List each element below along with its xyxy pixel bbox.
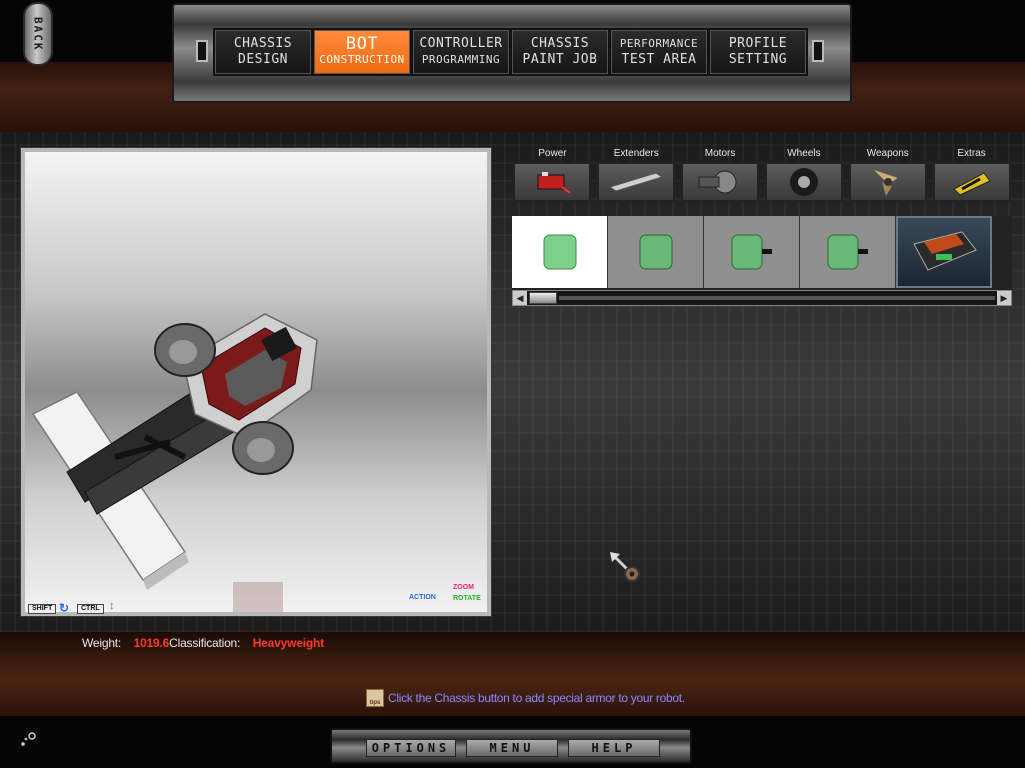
green-battery-connector-icon [827,234,868,270]
part-item[interactable] [800,216,896,288]
green-battery-icon [543,234,576,270]
ctrl-key-hint: CTRL [77,604,104,614]
tab-performance-test-area[interactable]: PERFORMANCE TEST AREA [611,30,707,74]
tab-line2: TEST AREA [621,52,697,67]
wheel-hub [169,340,197,364]
tab-bot-construction[interactable]: BOT CONSTRUCTION [314,30,410,74]
part-item[interactable] [704,216,800,288]
green-battery-connector-icon [731,234,772,270]
robot-3d-viewport[interactable]: SHIFT ↻ CTRL ↕ ACTION ZOOM ROTATE [20,147,492,617]
classification-label: Classification: [169,636,241,650]
category-label: Extenders [613,148,659,159]
move-arrow-icon: ↕ [109,600,115,612]
weapon-icon [848,162,927,202]
motor-icon [681,162,760,202]
tips-icon: tips [366,689,384,707]
tab-line1: CHASSIS [530,36,590,51]
tab-line1: PROFILE [728,36,788,51]
extender-bar-icon [597,162,676,202]
gear-cursor-icon [610,552,640,582]
category-extras[interactable]: Extras [931,146,1012,210]
tab-line1: BOT [345,34,379,54]
tab-line2: CONSTRUCTION [319,53,405,66]
menu-button[interactable]: MENU [466,739,558,757]
dragged-part-icon [233,582,283,612]
tip-text: Click the Chassis button to add special … [388,691,685,705]
dark-battery-pack-icon [913,231,977,271]
back-button[interactable]: BACK [23,2,53,66]
category-label: Extras [957,148,986,159]
scroll-track [559,296,995,300]
tab-line2: SETTING [728,52,788,67]
category-wheels[interactable]: Wheels [763,146,844,210]
wheel-hub [247,438,275,462]
tab-chassis-design[interactable]: CHASSIS DESIGN [215,30,311,74]
nav-cap-right [812,40,824,62]
tab-line2: DESIGN [238,52,288,67]
part-item[interactable] [896,216,992,288]
tips-icon-label: tips [369,700,381,706]
scroll-right-icon[interactable]: ▶ [997,291,1011,305]
parts-list [512,216,1012,290]
back-label: BACK [31,16,45,52]
category-extenders[interactable]: Extenders [596,146,677,210]
battery-icon [513,162,592,202]
tab-line1: PERFORMANCE [619,37,699,50]
green-battery-icon [639,234,672,270]
help-button[interactable]: HELP [568,739,660,757]
tip-message: tips Click the Chassis button to add spe… [366,689,685,707]
shift-key-hint: SHIFT [28,604,57,614]
robot-model [31,313,318,590]
category-label: Power [538,148,567,159]
tab-line1: CHASSIS [233,36,293,51]
tab-profile-setting[interactable]: PROFILE SETTING [710,30,806,74]
part-item[interactable] [512,216,608,288]
category-label: Wheels [787,148,821,159]
wheel-icon [764,162,843,202]
loading-spinner-icon [21,732,36,746]
nav-cap-left [196,40,208,62]
tab-chassis-paint-job[interactable]: CHASSIS PAINT JOB [512,30,608,74]
options-button[interactable]: OPTIONS [366,739,456,757]
classification-value: Heavyweight [252,636,324,650]
action-hint: ACTION [409,594,436,601]
category-label: Weapons [866,148,909,159]
category-power[interactable]: Power [512,146,593,210]
tab-line2: PAINT JOB [522,52,598,67]
category-label: Motors [704,148,736,159]
tab-line1: CONTROLLER [419,36,503,51]
zoom-hint: ZOOM [453,584,474,591]
rotate-hint: ROTATE [453,595,481,602]
tab-controller-programming[interactable]: CONTROLLER PROGRAMMING [413,30,509,74]
scroll-thumb[interactable] [529,292,557,304]
main-nav: CHASSIS DESIGN BOT CONSTRUCTION CONTROLL… [213,28,808,76]
rotate-arrow-icon: ↻ [59,601,70,615]
scroll-left-icon[interactable]: ◀ [513,291,527,305]
weight-label: Weight: [82,636,122,650]
category-motors[interactable]: Motors [680,146,761,210]
extras-icon [932,162,1011,202]
category-weapons[interactable]: Weapons [847,146,928,210]
robot-status: Weight: 1019.6Classification: Heavyweigh… [82,636,324,652]
parts-category-tabs: Power Extenders Motors Wheels Weapons Ex… [512,146,1012,210]
part-item[interactable] [608,216,704,288]
tab-line2: PROGRAMMING [421,53,501,66]
parts-scrollbar[interactable]: ◀ ▶ [512,290,1012,306]
weight-value: 1019.6 [133,636,170,650]
